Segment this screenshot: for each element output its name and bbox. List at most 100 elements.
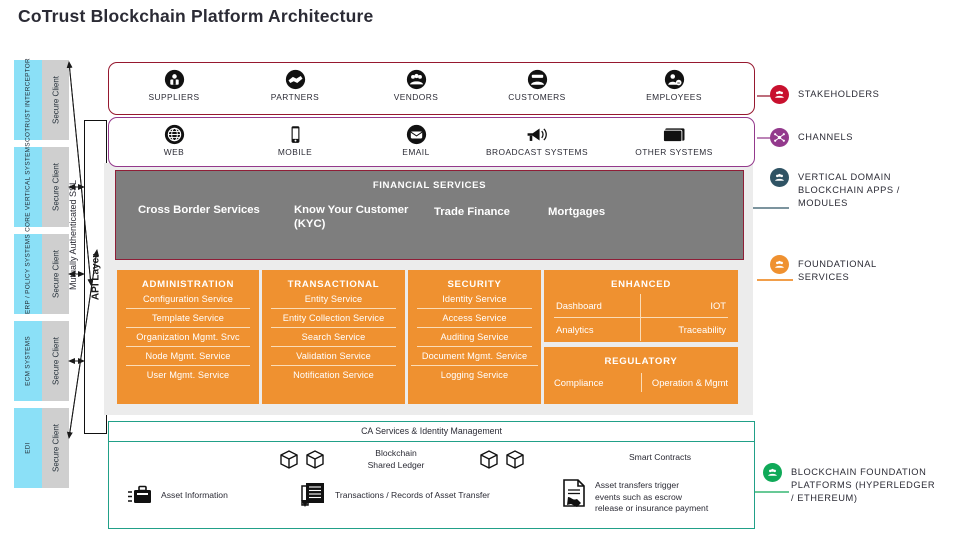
stakeholder-suppliers[interactable]: SUPPLIERS (119, 69, 229, 102)
sidebar-item-ecm-systems[interactable]: ECM SYSTEMS Secure Client (14, 321, 69, 401)
service-item[interactable]: Validation Service (271, 347, 396, 366)
legend-label: BLOCKCHAIN FOUNDATION PLATFORMS (HYPERLE… (791, 467, 936, 504)
fs-mortgages[interactable]: Mortgages (548, 205, 658, 219)
service-item[interactable]: Template Service (126, 309, 250, 328)
foundational-icon (770, 255, 789, 274)
smart-contracts-label: Smart Contracts (628, 452, 692, 462)
supplier-icon (164, 69, 184, 90)
stakeholder-employees[interactable]: ID EMPLOYEES (619, 69, 729, 102)
phone-icon (291, 126, 299, 143)
legend-item-channels[interactable]: CHANNELS (770, 128, 853, 147)
fs-cross-border-services[interactable]: Cross Border Services (138, 203, 298, 217)
column-security: SECURITY Identity Service Access Service… (408, 270, 541, 404)
system-label: COTRUST INTERCEPTOR (24, 58, 32, 142)
legend-label: CHANNELS (798, 132, 854, 142)
regulatory-cell[interactable]: Operation & Mgmt (642, 373, 728, 392)
column-title: ENHANCED (611, 279, 671, 290)
service-item[interactable]: Document Mgmt. Service (411, 347, 538, 366)
legend-item-stakeholders[interactable]: STAKEHOLDERS (770, 85, 879, 104)
enhanced-grid: Dashboard IOT Analytics Traceability (554, 294, 728, 341)
monitor-icon (663, 128, 685, 142)
legend-label: STAKEHOLDERS (798, 89, 880, 99)
service-item[interactable]: Search Service (271, 328, 396, 347)
stakeholder-vendors[interactable]: VENDORS (361, 69, 471, 102)
stakeholder-partners[interactable]: PARTNERS (240, 69, 350, 102)
financial-services-block: FINANCIAL SERVICES Cross Border Services… (115, 170, 744, 260)
vendor-icon (406, 69, 426, 90)
svg-text:ID: ID (677, 81, 680, 85)
stakeholder-label: PARTNERS (270, 92, 320, 102)
legend-label: VERTICAL DOMAIN BLOCKCHAIN APPS / MODULE… (798, 172, 900, 209)
service-item[interactable]: Entity Collection Service (271, 309, 396, 328)
legend-item-blockchain-foundation[interactable]: BLOCKCHAIN FOUNDATION PLATFORMS (HYPERLE… (763, 463, 935, 506)
asset-transfers-label: Asset transfers trigger events such as e… (595, 480, 709, 514)
enhanced-cell[interactable]: Dashboard (554, 294, 641, 318)
service-item[interactable]: Logging Service (417, 366, 532, 384)
system-name-cell: CORE VERTICAL SYSTEMS (14, 142, 42, 232)
sidebar-item-core-vertical-systems[interactable]: CORE VERTICAL SYSTEMS Secure Client (14, 142, 69, 232)
column-enhanced: ENHANCED Dashboard IOT Analytics Traceab… (544, 270, 738, 342)
sidebar-item-cotrust-interceptor[interactable]: COTRUST INTERCEPTOR Secure Client (14, 58, 69, 142)
column-title: REGULATORY (604, 356, 678, 367)
asset-information-icon (128, 485, 151, 503)
secure-client-cell: Secure Client (42, 408, 69, 488)
legend-label: FOUNDATIONAL SERVICES (798, 259, 877, 283)
enhanced-cell[interactable]: Traceability (641, 318, 728, 341)
handshake-icon (285, 69, 305, 90)
secure-client-cell: Secure Client (42, 321, 69, 401)
sidebar-item-edi[interactable]: EDI Secure Client (14, 408, 69, 488)
blockchain-shared-ledger-label: Blockchain Shared Ledger (367, 448, 425, 470)
column-administration: ADMINISTRATION Configuration Service Tem… (117, 270, 259, 404)
asset-transfers-icon (563, 479, 585, 507)
ledger-cubes-right (480, 450, 524, 469)
secure-client-cell: Secure Client (42, 60, 69, 140)
secure-client-cell: Secure Client (42, 147, 69, 227)
channel-label: OTHER SYSTEMS (635, 147, 713, 157)
ledger-cubes-left (280, 450, 324, 469)
channel-label: EMAIL (402, 147, 430, 157)
system-label: EDI (24, 442, 32, 454)
regulatory-cell[interactable]: Compliance (554, 373, 642, 392)
channel-web[interactable]: WEB (119, 124, 229, 157)
channels-icon (770, 128, 789, 147)
service-item[interactable]: Identity Service (417, 290, 532, 309)
service-item[interactable]: Entity Service (271, 290, 396, 309)
secure-client-label: Secure Client (50, 249, 60, 299)
system-label: CORE VERTICAL SYSTEMS (24, 142, 32, 232)
service-item[interactable]: Notification Service (271, 366, 396, 384)
enhanced-cell[interactable]: Analytics (554, 318, 641, 341)
fs-know-your-customer[interactable]: Know Your Customer (KYC) (294, 203, 422, 232)
service-item[interactable]: Organization Mgmt. Srvc (126, 328, 250, 347)
enhanced-cell[interactable]: IOT (641, 294, 728, 318)
system-name-cell: EDI (14, 408, 42, 488)
service-item[interactable]: Access Service (417, 309, 532, 328)
service-item[interactable]: Node Mgmt. Service (126, 347, 250, 366)
channel-broadcast-systems[interactable]: BROADCAST SYSTEMS (482, 124, 592, 157)
blockchain-foundation-block: CA Services & Identity Management Blockc… (108, 421, 755, 529)
service-item[interactable]: Configuration Service (126, 290, 250, 309)
system-name-cell: ERP / POLICY SYSTEMS (14, 234, 42, 314)
sidebar-item-erp-policy-systems[interactable]: ERP / POLICY SYSTEMS Secure Client (14, 234, 69, 314)
vertical-domain-icon (770, 168, 789, 187)
channel-mobile[interactable]: MOBILE (240, 124, 350, 157)
customers-icon (527, 69, 547, 90)
stakeholders-icon (770, 85, 789, 104)
mutually-authenticated-ssl-label: Mutually Authenticated SSL (66, 179, 80, 289)
system-name-cell: COTRUST INTERCEPTOR (14, 58, 42, 142)
fs-trade-finance[interactable]: Trade Finance (434, 205, 544, 219)
channel-other-systems[interactable]: OTHER SYSTEMS (619, 124, 729, 157)
column-title: TRANSACTIONAL (287, 279, 380, 290)
channel-email[interactable]: EMAIL (361, 124, 471, 157)
service-item[interactable]: Auditing Service (417, 328, 532, 347)
stakeholders-row: SUPPLIERS PARTNERS VENDORS CUSTOMERS ID (108, 62, 755, 115)
globe-icon (164, 124, 184, 145)
transactions-icon (301, 483, 324, 507)
secure-client-label: Secure Client (50, 162, 60, 212)
transactions-label: Transactions / Records of Asset Transfer (335, 490, 490, 500)
legend-item-foundational-services[interactable]: FOUNDATIONAL SERVICES (770, 255, 877, 284)
employee-icon: ID (664, 69, 684, 90)
system-label: ECM SYSTEMS (24, 336, 32, 386)
stakeholder-customers[interactable]: CUSTOMERS (482, 69, 592, 102)
legend-item-vertical-domain[interactable]: VERTICAL DOMAIN BLOCKCHAIN APPS / MODULE… (770, 168, 900, 211)
service-item[interactable]: User Mgmt. Service (126, 366, 250, 384)
